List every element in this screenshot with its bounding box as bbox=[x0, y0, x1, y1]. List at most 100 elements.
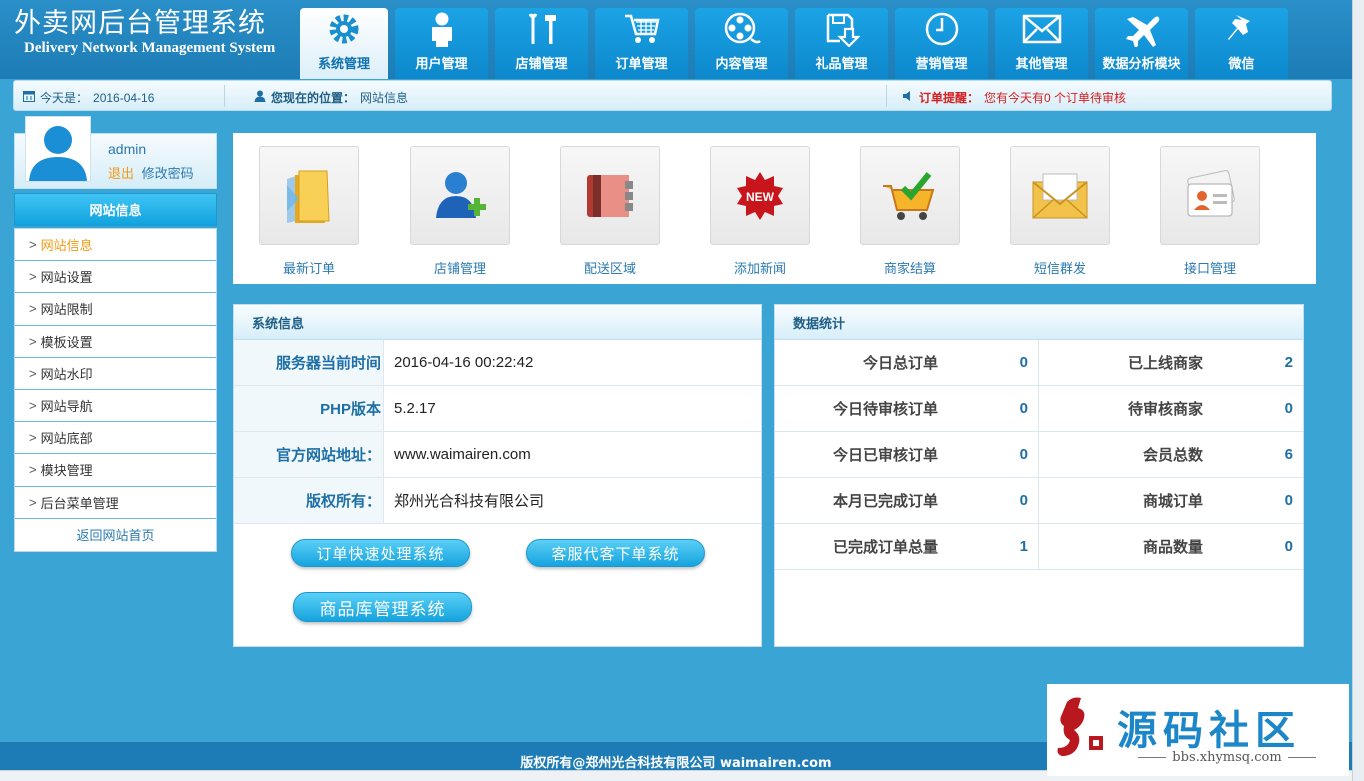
order-reminder: 订单提醒： 您有今天有0 个订单待审核 bbox=[902, 89, 1126, 106]
stat-cell: 已上线商家 2 bbox=[1039, 340, 1303, 385]
user-name: admin bbox=[108, 141, 147, 157]
tools-icon bbox=[522, 9, 562, 49]
sidebar-item-navigation[interactable]: > 网站导航 bbox=[15, 390, 216, 423]
stat-value: 0 bbox=[1019, 492, 1028, 509]
sys-row: 版权所有： 郑州光合科技有限公司 bbox=[234, 478, 761, 524]
quick-label: 店铺管理 bbox=[433, 261, 486, 276]
stat-label: 已上线商家 bbox=[1127, 355, 1203, 372]
stat-cell: 商品数量 0 bbox=[1039, 524, 1303, 569]
sys-value: 2016-04-16 00:22:42 bbox=[394, 354, 534, 371]
location-label: 您现在的位置： bbox=[271, 91, 356, 105]
logo: 外卖网后台管理系统 Delivery Network Management Sy… bbox=[14, 8, 275, 57]
chevron-right-icon: > bbox=[29, 333, 37, 349]
tab-marketing[interactable]: 营销管理 bbox=[895, 8, 988, 79]
logo-title: 外卖网后台管理系统 bbox=[14, 8, 266, 39]
quick-delivery-area[interactable]: 配送区域 bbox=[560, 146, 660, 277]
sidebar-item-template[interactable]: > 模板设置 bbox=[15, 326, 216, 358]
reminder-text: 您有今天有0 个订单待审核 bbox=[984, 91, 1127, 105]
cart-icon bbox=[622, 9, 662, 49]
window-edge bbox=[1352, 0, 1364, 781]
tab-label: 用户管理 bbox=[415, 57, 468, 72]
product-library-button[interactable]: 商品库管理系统 bbox=[293, 592, 472, 622]
tab-gifts[interactable]: 礼品管理 bbox=[795, 8, 888, 79]
quick-merchant-settlement[interactable]: 商家结算 bbox=[860, 146, 960, 277]
logout-link[interactable]: 退出 bbox=[108, 166, 134, 181]
airplane-icon bbox=[1122, 9, 1162, 49]
stat-cell: 今日待审核订单 0 bbox=[775, 386, 1039, 431]
chevron-right-icon: > bbox=[29, 269, 37, 285]
sys-key: 官方网站地址： bbox=[234, 432, 384, 477]
stat-value: 0 bbox=[1284, 492, 1293, 509]
change-password-link[interactable]: 修改密码 bbox=[142, 166, 194, 181]
folder-icon bbox=[259, 146, 359, 245]
quick-add-news[interactable]: NEW 添加新闻 bbox=[710, 146, 810, 277]
stat-row: 已完成订单总量 1 商品数量 0 bbox=[775, 524, 1303, 570]
stat-cell: 待审核商家 0 bbox=[1039, 386, 1303, 431]
watermark-url: bbs.xhymsq.com bbox=[1117, 750, 1337, 765]
tab-label: 店铺管理 bbox=[515, 57, 568, 72]
sidebar-item-label: 网站底部 bbox=[40, 431, 93, 447]
chevron-right-icon: > bbox=[29, 398, 37, 414]
tab-shops[interactable]: 店铺管理 bbox=[495, 8, 588, 79]
footer-copyright: 版权所有@郑州光合科技有限公司 waimairen.com bbox=[520, 756, 832, 771]
user-box: admin 退出 修改密码 bbox=[14, 116, 217, 189]
stat-value: 1 bbox=[1019, 538, 1028, 555]
stat-label: 商品数量 bbox=[1142, 539, 1203, 556]
stat-value: 0 bbox=[1284, 400, 1293, 417]
sidebar-item-footer[interactable]: > 网站底部 bbox=[15, 422, 216, 455]
user-small-icon bbox=[254, 90, 266, 105]
avatar bbox=[25, 116, 91, 182]
today-info: 今天是： 2016-04-16 bbox=[23, 89, 154, 106]
stat-label: 待审核商家 bbox=[1127, 401, 1203, 418]
add-user-icon bbox=[410, 146, 510, 245]
quick-api-management[interactable]: 接口管理 bbox=[1160, 146, 1260, 277]
sidebar-item-site-limits[interactable]: > 网站限制 bbox=[15, 293, 216, 326]
sidebar-menu: > 网站信息 > 网站设置 > 网站限制 > 模板设置 > 网站水印 > 网站导航 > 网站底… bbox=[14, 228, 217, 552]
tab-others[interactable]: 其他管理 bbox=[995, 8, 1088, 79]
mail-icon bbox=[1010, 146, 1110, 245]
top-header: 外卖网后台管理系统 Delivery Network Management Sy… bbox=[0, 0, 1364, 79]
location-info: 您现在的位置： 网站信息 bbox=[254, 89, 408, 106]
stat-label: 会员总数 bbox=[1142, 447, 1203, 464]
tab-label: 营销管理 bbox=[915, 57, 968, 72]
stat-value: 0 bbox=[1019, 354, 1028, 371]
quick-sms-broadcast[interactable]: 短信群发 bbox=[1010, 146, 1110, 277]
svg-text:NEW: NEW bbox=[746, 190, 775, 204]
tab-label: 内容管理 bbox=[715, 57, 768, 72]
customer-service-order-button[interactable]: 客服代客下单系统 bbox=[526, 539, 705, 567]
sys-value: 郑州光合科技有限公司 bbox=[394, 493, 545, 510]
stat-row: 今日待审核订单 0 待审核商家 0 bbox=[775, 386, 1303, 432]
order-quick-process-button[interactable]: 订单快速处理系统 bbox=[291, 539, 470, 567]
sidebar-item-label: 网站导航 bbox=[40, 399, 93, 415]
stat-label: 今日待审核订单 bbox=[832, 401, 938, 418]
main-nav: 系统管理 用户管理 店铺管理 订单管理 内容管理 礼品管理 营销管理 其他管理 … bbox=[300, 8, 1288, 79]
floppy-download-icon bbox=[822, 9, 862, 49]
sidebar-item-modules[interactable]: > 模块管理 bbox=[15, 454, 216, 487]
stat-label: 今日总订单 bbox=[862, 355, 938, 372]
quick-label: 配送区域 bbox=[583, 261, 636, 276]
tab-content[interactable]: 内容管理 bbox=[695, 8, 788, 79]
back-to-site-link[interactable]: 返回网站首页 bbox=[15, 519, 216, 551]
tab-users[interactable]: 用户管理 bbox=[395, 8, 488, 79]
sidebar-item-admin-menu[interactable]: > 后台菜单管理 bbox=[15, 487, 216, 519]
system-info-panel: 系统信息 服务器当前时间 2016-04-16 00:22:42 PHP版本 5… bbox=[233, 304, 762, 647]
tab-system[interactable]: 系统管理 bbox=[300, 8, 388, 79]
sidebar-item-label: 模块管理 bbox=[40, 463, 93, 479]
sys-row: 官方网站地址： www.waimairen.com bbox=[234, 432, 761, 478]
watermark: 源码社区 bbs.xhymsq.com bbox=[1047, 684, 1349, 776]
calendar-icon bbox=[23, 90, 35, 105]
sidebar-item-site-settings[interactable]: > 网站设置 bbox=[15, 261, 216, 294]
watermark-title: 源码社区 bbox=[1117, 707, 1301, 754]
stat-row: 本月已完成订单 0 商城订单 0 bbox=[775, 478, 1303, 524]
quick-latest-orders[interactable]: 最新订单 bbox=[259, 146, 359, 277]
tab-analytics[interactable]: 数据分析模块 bbox=[1095, 8, 1188, 79]
stat-label: 今日已审核订单 bbox=[832, 447, 938, 464]
sidebar-item-label: 模板设置 bbox=[40, 334, 93, 350]
quick-shop-management[interactable]: 店铺管理 bbox=[410, 146, 510, 277]
tab-wechat[interactable]: 微信 bbox=[1195, 8, 1288, 79]
info-bar: 今天是： 2016-04-16 您现在的位置： 网站信息 订单提醒： 您有今天有0 个… bbox=[13, 80, 1332, 111]
tab-orders[interactable]: 订单管理 bbox=[595, 8, 688, 79]
sidebar-item-watermark[interactable]: > 网站水印 bbox=[15, 358, 216, 390]
sidebar-item-site-info[interactable]: > 网站信息 bbox=[15, 229, 216, 262]
sidebar-item-label: 网站限制 bbox=[40, 302, 93, 318]
